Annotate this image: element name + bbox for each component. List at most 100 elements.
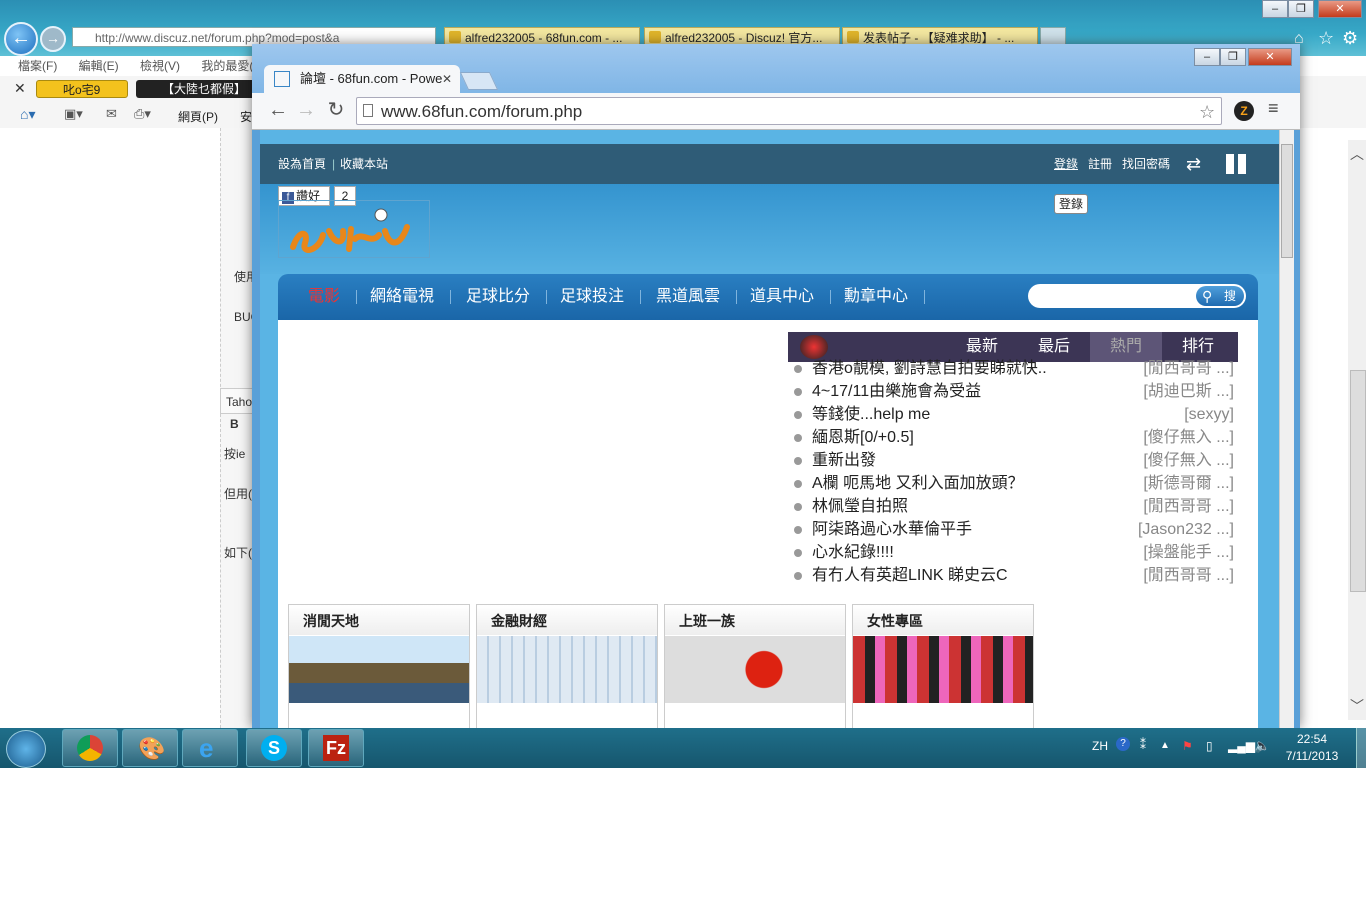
thread-row[interactable]: 心水紀錄!!!! [操盤能手 ...] bbox=[794, 541, 1234, 564]
extension-z-icon[interactable]: Z bbox=[1234, 101, 1254, 121]
site-logo[interactable] bbox=[278, 200, 430, 258]
language-indicator[interactable]: ZH bbox=[1092, 739, 1108, 753]
chrome-menu-icon[interactable]: ≡ bbox=[1268, 98, 1279, 119]
thread-row[interactable]: 4~17/11由樂施會為受益 [胡迪巴斯 ...] bbox=[794, 380, 1234, 403]
chrome-close-icon[interactable]: ✕ bbox=[1248, 48, 1292, 66]
shuffle-icon[interactable]: ⇄ bbox=[1186, 144, 1201, 184]
back-icon[interactable]: ← bbox=[4, 22, 38, 56]
thread-author[interactable]: [閒西哥哥 ...] bbox=[1143, 495, 1234, 518]
show-desktop-button[interactable] bbox=[1356, 728, 1366, 768]
close-fav-icon[interactable]: ✕ bbox=[14, 80, 26, 97]
scroll-up-icon[interactable]: ︿ bbox=[1350, 144, 1364, 164]
taskbar-filezilla[interactable]: Fz bbox=[308, 729, 364, 767]
thread-title[interactable]: 香港o靚模, 劉詩慧自拍要睇就快.. bbox=[812, 357, 1047, 380]
thread-title[interactable]: A欄 呃馬地 又利入面加放頭？ bbox=[812, 472, 1024, 495]
minimize-icon[interactable]: – bbox=[1262, 0, 1288, 18]
thread-title[interactable]: 林佩瑩自拍照 bbox=[812, 495, 908, 518]
chrome-scroll-thumb[interactable] bbox=[1281, 144, 1293, 258]
nav-triad[interactable]: 黑道風雲 bbox=[656, 274, 720, 320]
thread-author[interactable]: [操盤能手 ...] bbox=[1143, 541, 1234, 564]
ie-scrollbar[interactable] bbox=[1348, 140, 1366, 720]
bookmark-star-icon[interactable]: ☆ bbox=[1199, 98, 1215, 126]
network-icon[interactable]: ▂▄▆ bbox=[1228, 739, 1255, 753]
thread-title[interactable]: 緬恩斯[0/+0.5] bbox=[812, 426, 914, 449]
device-icon[interactable]: ▯ bbox=[1206, 739, 1213, 753]
thread-row[interactable]: 有冇人有英超LINK 睇史云C [閒西哥哥 ...] bbox=[794, 564, 1234, 587]
chrome-forward-icon[interactable]: → bbox=[294, 98, 318, 122]
nav-football-betting[interactable]: 足球投注 bbox=[560, 274, 624, 320]
thread-row[interactable]: 緬恩斯[0/+0.5] [傻仔無入 ...] bbox=[794, 426, 1234, 449]
chrome-back-icon[interactable]: ← bbox=[266, 98, 290, 122]
set-home-link[interactable]: 設為首頁 bbox=[278, 144, 326, 184]
site-search-input[interactable]: ⚲ 搜 bbox=[1028, 284, 1246, 308]
start-button[interactable] bbox=[6, 730, 46, 768]
forgot-password-link[interactable]: 找回密碼 bbox=[1122, 144, 1170, 184]
thread-author[interactable]: [傻仔無入 ...] bbox=[1143, 449, 1234, 472]
thread-author[interactable]: [sexyy] bbox=[1184, 403, 1234, 426]
forward-icon[interactable]: → bbox=[40, 26, 66, 52]
nav-movies[interactable]: 電影 bbox=[308, 274, 340, 320]
maximize-icon[interactable]: ❐ bbox=[1288, 0, 1314, 18]
menu-edit[interactable]: 編輯(E) bbox=[79, 56, 119, 76]
print-icon[interactable]: ⎙▾ bbox=[134, 106, 151, 122]
taskbar-chrome[interactable] bbox=[62, 729, 118, 767]
register-link[interactable]: 註冊 bbox=[1088, 144, 1112, 184]
bookmark-link[interactable]: 收藏本站 bbox=[340, 144, 388, 184]
thread-row[interactable]: 阿柒路過心水華倫平手 [Jason232 ...] bbox=[794, 518, 1234, 541]
chrome-tab[interactable]: 論壇 - 68fun.com - Powe ✕ bbox=[264, 65, 460, 93]
chrome-minimize-icon[interactable]: – bbox=[1194, 48, 1220, 66]
nav-items-center[interactable]: 道具中心 bbox=[750, 274, 814, 320]
flag-icon[interactable]: ⚑ bbox=[1182, 739, 1193, 753]
thread-title[interactable]: 有冇人有英超LINK 睇史云C bbox=[812, 564, 1008, 587]
chrome-maximize-icon[interactable]: ❐ bbox=[1220, 48, 1246, 66]
fav-item-2[interactable]: 【大陸乜都假】 bbox=[136, 80, 258, 98]
thread-author[interactable]: [閒西哥哥 ...] bbox=[1143, 564, 1234, 587]
thread-title[interactable]: 4~17/11由樂施會為受益 bbox=[812, 380, 981, 403]
thread-author[interactable]: [胡迪巴斯 ...] bbox=[1143, 380, 1234, 403]
thread-row[interactable]: 林佩瑩自拍照 [閒西哥哥 ...] bbox=[794, 495, 1234, 518]
taskbar-skype[interactable]: S bbox=[246, 729, 302, 767]
ie-scroll-thumb[interactable] bbox=[1350, 370, 1366, 592]
volume-icon[interactable]: 🔈 bbox=[1254, 738, 1270, 754]
nav-web-tv[interactable]: 網絡電視 bbox=[370, 274, 434, 320]
menu-file[interactable]: 檔案(F) bbox=[18, 56, 57, 76]
home-cmd-icon[interactable]: ⌂▾ bbox=[20, 106, 35, 123]
thread-author[interactable]: [傻仔無入 ...] bbox=[1143, 426, 1234, 449]
menu-view[interactable]: 檢視(V) bbox=[140, 56, 180, 76]
close-icon[interactable]: ✕ bbox=[1318, 0, 1362, 18]
omnibox[interactable]: www.68fun.com/forum.php ☆ bbox=[356, 97, 1222, 125]
thread-title[interactable]: 重新出發 bbox=[812, 449, 876, 472]
thread-title[interactable]: 心水紀錄!!!! bbox=[812, 541, 894, 564]
search-button[interactable]: ⚲ 搜 bbox=[1196, 286, 1244, 306]
rss-icon[interactable]: ▣▾ bbox=[64, 106, 83, 122]
forum-card-leisure[interactable]: 消閒天地 bbox=[288, 604, 470, 728]
ime-icon[interactable]: ⁑ bbox=[1140, 738, 1146, 752]
thread-author[interactable]: [Jason232 ...] bbox=[1138, 518, 1234, 541]
thread-title[interactable]: 阿柒路過心水華倫平手 bbox=[812, 518, 972, 541]
reload-icon[interactable]: ↻ bbox=[324, 98, 348, 122]
scroll-down-icon[interactable]: ﹀ bbox=[1350, 696, 1364, 716]
grid-icon[interactable] bbox=[1226, 154, 1246, 174]
taskbar-paint[interactable]: 🎨 bbox=[122, 729, 178, 767]
thread-author[interactable]: [斯德哥爾 ...] bbox=[1143, 472, 1234, 495]
nav-medals-center[interactable]: 勳章中心 bbox=[844, 274, 908, 320]
thread-row[interactable]: A欄 呃馬地 又利入面加放頭？ [斯德哥爾 ...] bbox=[794, 472, 1234, 495]
safety-menu[interactable]: 安 bbox=[240, 108, 252, 125]
thread-row[interactable]: 香港o靚模, 劉詩慧自拍要睇就快.. [閒西哥哥 ...] bbox=[794, 357, 1234, 380]
bold-button[interactable]: B bbox=[230, 417, 239, 431]
forum-card-women[interactable]: 女性專區 bbox=[852, 604, 1034, 728]
chrome-scrollbar[interactable] bbox=[1279, 130, 1294, 728]
thread-row[interactable]: 重新出發 [傻仔無入 ...] bbox=[794, 449, 1234, 472]
thread-row[interactable]: 等錢使...help me [sexyy] bbox=[794, 403, 1234, 426]
clock[interactable]: 22:54 7/11/2013 bbox=[1270, 731, 1354, 767]
thread-title[interactable]: 等錢使...help me bbox=[812, 403, 930, 426]
thread-author[interactable]: [閒西哥哥 ...] bbox=[1143, 357, 1234, 380]
tools-gear-icon[interactable]: ⚙ bbox=[1342, 28, 1358, 49]
login-link[interactable]: 登錄 bbox=[1054, 144, 1078, 184]
forum-card-office[interactable]: 上班一族 bbox=[664, 604, 846, 728]
tab-close-icon[interactable]: ✕ bbox=[442, 65, 452, 93]
tray-expand-icon[interactable]: ▲ bbox=[1160, 740, 1170, 751]
page-menu[interactable]: 網頁(P) bbox=[178, 108, 218, 125]
favorites-star-icon[interactable]: ☆ bbox=[1318, 28, 1334, 49]
mail-icon[interactable]: ✉ bbox=[106, 106, 117, 122]
